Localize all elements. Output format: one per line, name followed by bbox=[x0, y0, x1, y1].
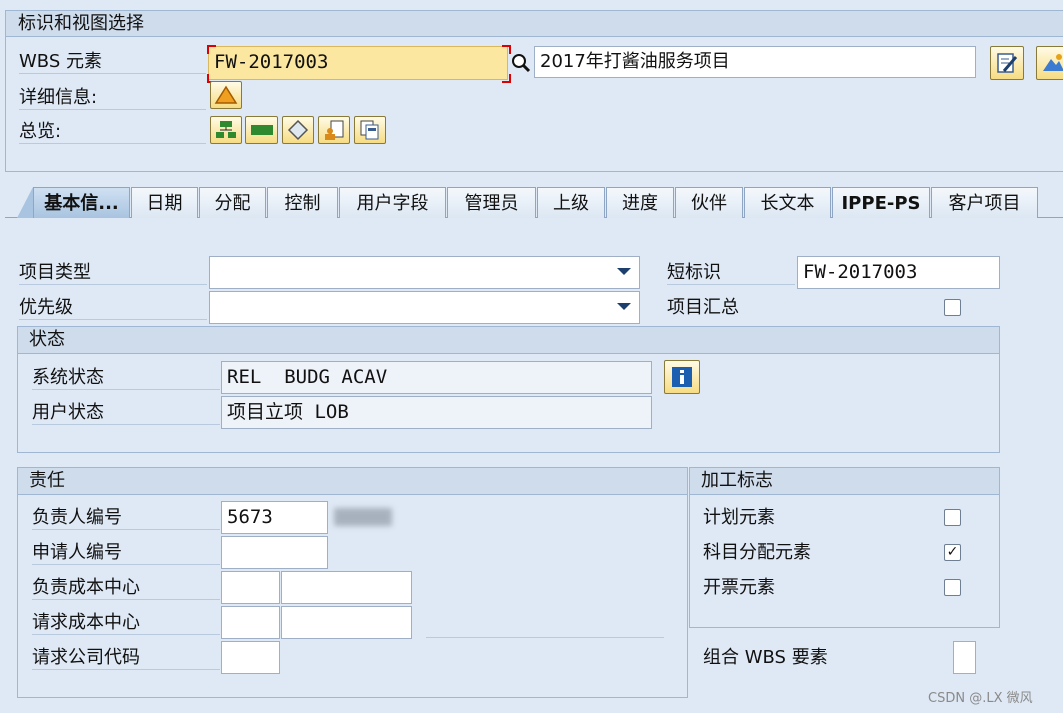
tab-control[interactable]: 控制 bbox=[267, 187, 338, 218]
system-status-label: 系统状态 bbox=[32, 367, 220, 390]
project-summary-checkbox[interactable] bbox=[944, 299, 961, 316]
resp-person-label: 负责人编号 bbox=[32, 507, 220, 530]
overview-label: 总览: bbox=[19, 121, 206, 144]
blurred-name bbox=[334, 508, 392, 526]
req-company-label: 请求公司代码 bbox=[32, 647, 220, 670]
status-title: 状态 bbox=[18, 327, 999, 354]
short-id-label: 短标识 bbox=[667, 262, 795, 285]
responsibility-title: 责任 bbox=[18, 468, 687, 495]
applicant-field[interactable] bbox=[221, 536, 328, 569]
group-wbs-label: 组合 WBS 要素 bbox=[703, 647, 828, 668]
dropdown-arrow-icon[interactable] bbox=[617, 303, 631, 310]
tab-left-wedge bbox=[17, 187, 33, 218]
dropdown-arrow-icon[interactable] bbox=[617, 268, 631, 275]
watermark: CSDN @.LX 微风 bbox=[928, 691, 1033, 706]
req-cost-center-field[interactable] bbox=[221, 606, 280, 639]
tab-long-text[interactable]: 长文本 bbox=[744, 187, 831, 218]
tab-dates[interactable]: 日期 bbox=[131, 187, 198, 218]
tab-customer-project[interactable]: 客户项目 bbox=[931, 187, 1038, 218]
bar-icon[interactable] bbox=[245, 116, 278, 144]
user-status-label: 用户状态 bbox=[32, 402, 220, 425]
search-help-icon[interactable] bbox=[510, 52, 532, 74]
short-id-field[interactable]: FW-2017003 bbox=[797, 256, 1000, 289]
tab-progress[interactable]: 进度 bbox=[606, 187, 674, 218]
resp-cost-center-desc bbox=[281, 571, 412, 604]
priority-label: 优先级 bbox=[19, 297, 207, 320]
mountain-icon[interactable] bbox=[1036, 46, 1063, 80]
tab-ippe-ps[interactable]: IPPE-PS bbox=[832, 187, 930, 218]
focus-corner-br bbox=[502, 74, 511, 83]
resp-cost-center-field[interactable] bbox=[221, 571, 280, 604]
tab-user-fields[interactable]: 用户字段 bbox=[339, 187, 446, 218]
pages-icon[interactable] bbox=[354, 116, 386, 144]
wbs-description-field: 2017年打酱油服务项目 bbox=[534, 46, 976, 78]
divider bbox=[426, 637, 664, 638]
process-title: 加工标志 bbox=[690, 468, 999, 495]
account-element-label: 科目分配元素 bbox=[703, 542, 811, 563]
project-type-dropdown[interactable] bbox=[209, 256, 640, 289]
resp-person-field[interactable]: 5673 bbox=[221, 501, 328, 534]
hierarchy-icon[interactable] bbox=[210, 116, 242, 144]
plan-element-label: 计划元素 bbox=[703, 507, 775, 528]
document-person-icon[interactable] bbox=[318, 116, 350, 144]
user-status-field: 项目立项 LOB bbox=[221, 396, 652, 429]
resp-cost-center-label: 负责成本中心 bbox=[32, 577, 220, 600]
edit-icon[interactable] bbox=[990, 46, 1024, 80]
system-status-field: REL BUDG ACAV bbox=[221, 361, 652, 394]
billing-element-label: 开票元素 bbox=[703, 577, 775, 598]
project-summary-label: 项目汇总 bbox=[667, 297, 739, 318]
priority-dropdown[interactable] bbox=[209, 291, 640, 324]
wbs-label: WBS 元素 bbox=[19, 51, 206, 74]
tab-partner[interactable]: 伙伴 bbox=[675, 187, 743, 218]
req-cost-center-desc bbox=[281, 606, 412, 639]
project-type-label: 项目类型 bbox=[19, 262, 207, 285]
billing-element-checkbox[interactable] bbox=[944, 579, 961, 596]
network-icon[interactable] bbox=[282, 116, 314, 144]
tab-admin[interactable]: 管理员 bbox=[447, 187, 536, 218]
account-element-checkbox[interactable]: ✓ bbox=[944, 544, 961, 561]
tab-basic[interactable]: 基本信... bbox=[33, 187, 130, 218]
wbs-input[interactable]: FW-2017003 bbox=[208, 46, 508, 80]
warning-icon[interactable] bbox=[210, 81, 242, 109]
req-company-field[interactable] bbox=[221, 641, 280, 674]
plan-element-checkbox[interactable] bbox=[944, 509, 961, 526]
detail-label: 详细信息: bbox=[19, 87, 206, 110]
tab-assignment[interactable]: 分配 bbox=[199, 187, 266, 218]
group-wbs-field[interactable] bbox=[953, 641, 976, 674]
focus-corner-tl bbox=[207, 45, 216, 54]
header-title: 标识和视图选择 bbox=[6, 11, 1063, 37]
tab-superior[interactable]: 上级 bbox=[537, 187, 605, 218]
info-icon[interactable] bbox=[664, 360, 700, 394]
req-cost-center-label: 请求成本中心 bbox=[32, 612, 220, 635]
applicant-label: 申请人编号 bbox=[32, 542, 220, 565]
